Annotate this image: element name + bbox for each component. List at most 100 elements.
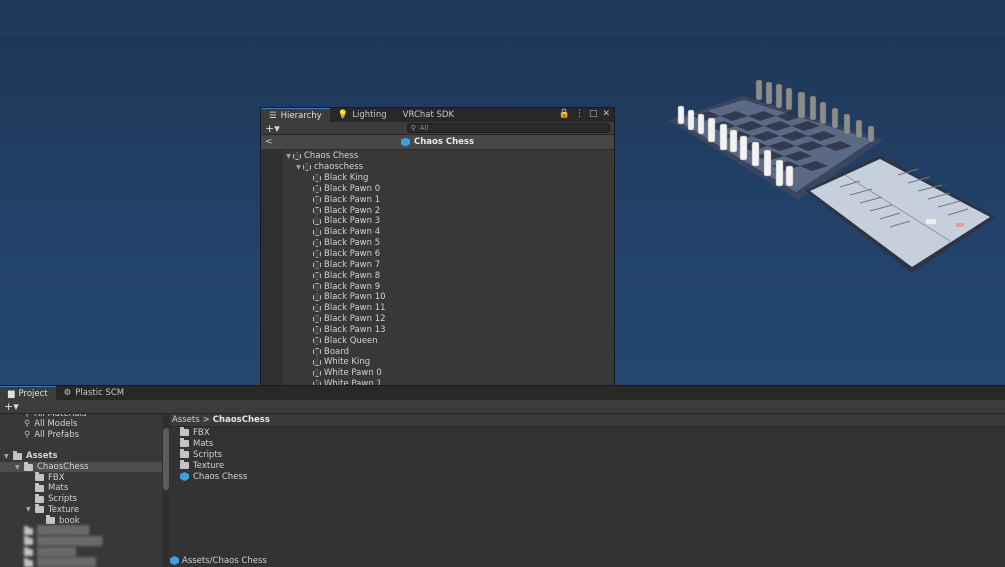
project-tree-item[interactable]: ⚲ All Prefabs <box>0 430 162 441</box>
project-tree-item[interactable]: ⚲ All Models <box>0 419 162 430</box>
gameobject-icon <box>313 282 321 291</box>
hierarchy-item[interactable]: Black Pawn 4 <box>261 227 614 238</box>
hierarchy-item[interactable]: Black Pawn 1 <box>261 194 614 205</box>
create-dropdown-button[interactable]: +▾ <box>265 122 283 135</box>
project-tree-item[interactable]: █████████ <box>0 557 162 567</box>
hierarchy-item-label: Black Pawn 5 <box>324 238 381 249</box>
hierarchy-item[interactable]: Black Pawn 8 <box>261 270 614 281</box>
folder-icon <box>35 504 44 514</box>
breadcrumb-current[interactable]: ChaosChess <box>213 415 270 425</box>
maximize-icon[interactable]: □ <box>589 109 598 119</box>
gameobject-icon <box>313 184 321 193</box>
project-tree-item[interactable]: ▼ Texture <box>0 504 162 516</box>
asset-item[interactable]: Mats <box>170 438 1005 449</box>
bulb-icon: 💡 <box>337 110 349 120</box>
asset-item-label: Mats <box>193 438 214 449</box>
hierarchy-item-label: Black Pawn 9 <box>324 281 381 292</box>
folder-icon <box>24 547 33 557</box>
hierarchy-item-label: Board <box>324 346 349 357</box>
hierarchy-item-label: Black Pawn 2 <box>324 205 381 216</box>
breadcrumb-separator: > <box>202 415 210 425</box>
folder-icon <box>180 438 189 447</box>
hierarchy-search-input[interactable]: ⚲ All <box>406 123 610 133</box>
tab-vrchat-sdk[interactable]: VRChat SDK <box>395 108 462 122</box>
hierarchy-item[interactable]: Black Pawn 13 <box>261 325 614 336</box>
expand-arrow-icon[interactable]: ▼ <box>294 164 303 171</box>
project-tree-item[interactable]: Scripts <box>0 493 162 505</box>
gameobject-icon <box>313 271 321 280</box>
project-window: ▆ Project ⚙ Plastic SCM +▾ ⚲ All Material… <box>0 385 1005 567</box>
project-tree-item[interactable]: ██████████ <box>0 536 162 548</box>
project-tree-label: Texture <box>48 504 80 515</box>
hierarchy-item-label: Black King <box>324 173 369 184</box>
search-icon: ⚲ <box>24 430 31 441</box>
tab-plastic-scm[interactable]: ⚙ Plastic SCM <box>56 386 132 400</box>
hierarchy-item[interactable]: Black Pawn 11 <box>261 303 614 314</box>
asset-item[interactable]: FBX <box>170 427 1005 438</box>
hierarchy-item[interactable]: Board <box>261 346 614 357</box>
hierarchy-item[interactable]: ▼ Chaos Chess <box>261 151 614 162</box>
hierarchy-item-label: Black Pawn 6 <box>324 249 381 260</box>
hierarchy-item[interactable]: White Pawn 0 <box>261 368 614 379</box>
folder-icon <box>46 515 55 525</box>
scene-asset-icon <box>170 556 179 565</box>
expand-arrow-icon[interactable]: ▼ <box>4 453 13 460</box>
folder-icon <box>35 472 44 482</box>
hierarchy-item[interactable]: Black Pawn 9 <box>261 281 614 292</box>
hierarchy-item[interactable]: Black Pawn 10 <box>261 292 614 303</box>
hierarchy-item-label: Black Pawn 7 <box>324 259 381 270</box>
project-tree-item[interactable]: Mats <box>0 482 162 494</box>
project-tree-item[interactable]: ▼ Assets <box>0 450 162 462</box>
asset-item[interactable]: Chaos Chess <box>170 471 1005 482</box>
gameobject-icon <box>313 250 321 259</box>
hierarchy-item[interactable]: Black Pawn 5 <box>261 238 614 249</box>
hierarchy-item[interactable]: Black King <box>261 173 614 184</box>
tab-hierarchy[interactable]: ☰ Hierarchy <box>261 108 330 122</box>
gameobject-icon <box>313 347 321 356</box>
asset-item[interactable]: Texture <box>170 460 1005 471</box>
hierarchy-item[interactable]: Black Pawn 2 <box>261 205 614 216</box>
back-arrow-icon[interactable]: < <box>265 137 273 147</box>
hierarchy-item[interactable]: Black Pawn 6 <box>261 249 614 260</box>
more-menu-icon[interactable]: ⋮ <box>575 109 584 119</box>
hierarchy-item[interactable]: Black Queen <box>261 335 614 346</box>
project-tree-item[interactable]: book <box>0 515 162 526</box>
project-tree-item[interactable]: FBX <box>0 472 162 483</box>
gameobject-icon <box>313 293 321 302</box>
project-tree-item[interactable]: ▼ ChaosChess <box>0 461 162 473</box>
folder-icon <box>35 493 44 503</box>
scrollbar[interactable] <box>162 414 170 567</box>
gameobject-icon <box>313 239 321 248</box>
hierarchy-item-label: Black Pawn 12 <box>324 314 386 325</box>
project-tab-bar: ▆ Project ⚙ Plastic SCM <box>0 386 1005 400</box>
lock-icon[interactable]: 🔒 <box>559 109 570 119</box>
breadcrumb-root[interactable]: Assets <box>172 415 200 425</box>
hierarchy-item[interactable]: White King <box>261 357 614 368</box>
project-tree-item[interactable]: ██████ <box>0 547 162 558</box>
tab-lighting[interactable]: 💡 Lighting <box>330 108 395 122</box>
expand-arrow-icon[interactable]: ▼ <box>15 464 24 471</box>
hierarchy-item[interactable]: ▼ chaoschess <box>261 162 614 173</box>
hierarchy-item[interactable]: Black Pawn 3 <box>261 216 614 227</box>
tab-project[interactable]: ▆ Project <box>0 386 56 400</box>
hierarchy-item[interactable]: Black Pawn 12 <box>261 314 614 325</box>
list-icon: ☰ <box>269 110 277 121</box>
hierarchy-item[interactable]: Black Pawn 7 <box>261 259 614 270</box>
close-icon[interactable]: ✕ <box>602 109 610 119</box>
hierarchy-item-label: Chaos Chess <box>304 151 359 162</box>
folder-icon <box>24 557 33 567</box>
gameobject-icon <box>313 260 321 269</box>
folder-icon <box>180 449 189 458</box>
scene-asset-icon <box>180 472 189 481</box>
asset-item-label: Chaos Chess <box>193 471 248 482</box>
expand-arrow-icon[interactable]: ▼ <box>284 153 293 160</box>
hierarchy-toolbar: +▾ ⚲ All <box>261 122 614 135</box>
create-asset-button[interactable]: +▾ <box>4 400 22 413</box>
folder-icon <box>24 525 33 535</box>
hierarchy-item[interactable]: Black Pawn 0 <box>261 184 614 195</box>
asset-item[interactable]: Scripts <box>170 449 1005 460</box>
gameobject-icon <box>313 228 321 237</box>
asset-item-label: FBX <box>193 427 210 438</box>
expand-arrow-icon[interactable]: ▼ <box>26 506 35 513</box>
project-tree-item[interactable]: ████████ <box>0 525 162 537</box>
